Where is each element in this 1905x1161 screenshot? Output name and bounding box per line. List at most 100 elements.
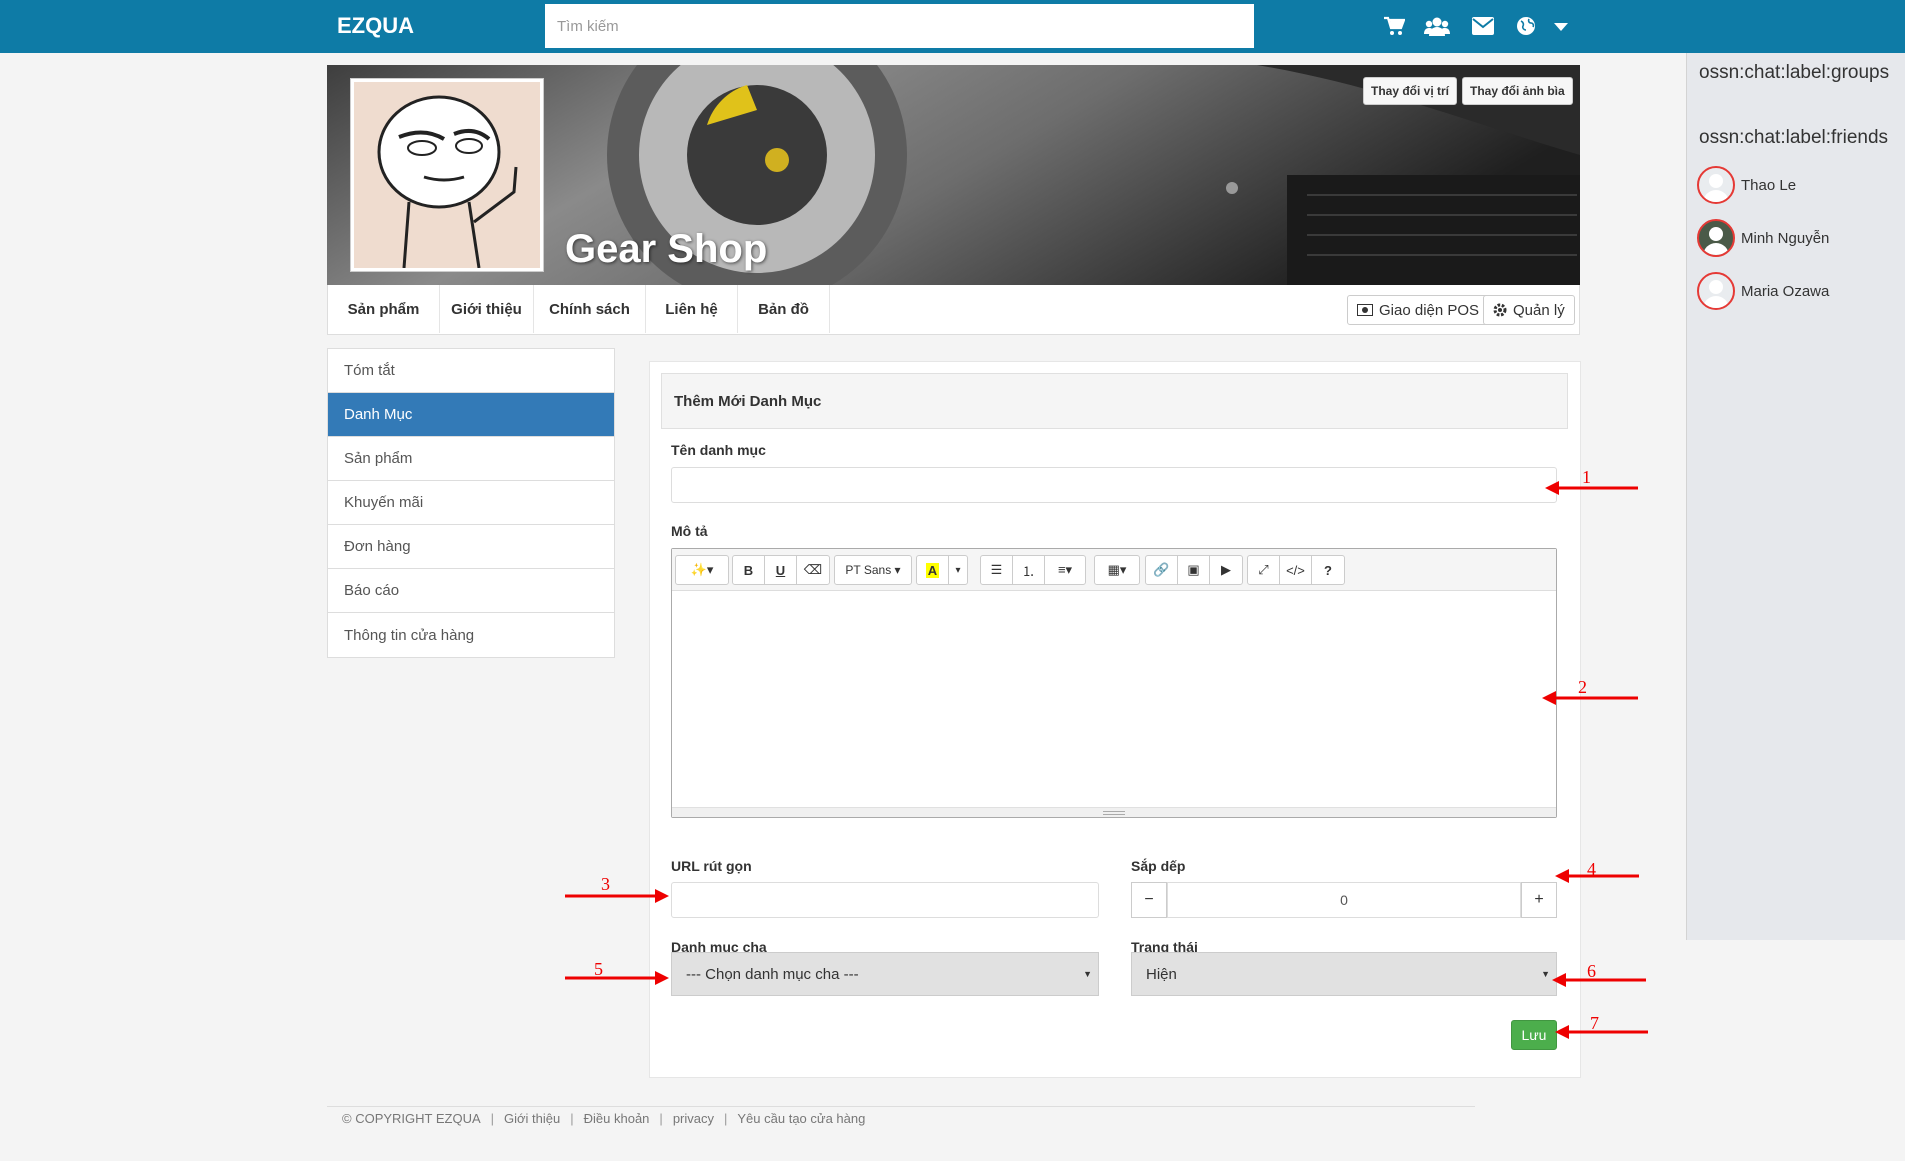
status-value: Hiện	[1146, 965, 1177, 983]
color-dropdown-caret-icon[interactable]: ▾	[949, 556, 967, 584]
tab-about[interactable]: Giới thiệu	[440, 285, 534, 333]
tab-map[interactable]: Bản đồ	[738, 285, 830, 333]
font-family-value: PT Sans	[845, 563, 892, 577]
footer: © COPYRIGHT EZQUA | Giới thiệu | Điều kh…	[327, 1106, 1475, 1126]
font-family-dropdown[interactable]: PT Sans ▾	[835, 556, 911, 584]
manage-button[interactable]: Quản lý	[1483, 295, 1575, 325]
category-name-label: Tên danh mục	[671, 442, 766, 458]
globe-icon[interactable]	[1513, 14, 1539, 38]
status-select[interactable]: Hiện ▼	[1131, 952, 1557, 996]
annotation-arrow	[1555, 869, 1639, 883]
change-cover-position-button[interactable]: Thay đổi vị trí	[1363, 77, 1458, 105]
select-caret-icon: ▼	[1541, 969, 1550, 979]
annotation-arrow	[1555, 1025, 1648, 1039]
parent-category-select[interactable]: --- Chọn danh mục cha --- ▼	[671, 952, 1099, 996]
change-cover-photo-button[interactable]: Thay đổi ảnh bìa	[1462, 77, 1573, 105]
chat-friend-item[interactable]: Maria Ozawa	[1697, 271, 1829, 311]
caret-down-icon[interactable]	[1548, 14, 1574, 38]
money-icon	[1357, 304, 1373, 316]
dashboard-menu: Tóm tắt Danh Mục Sản phẩm Khuyến mãi Đơn…	[327, 348, 615, 658]
tab-products[interactable]: Sản phẩm	[328, 285, 440, 333]
font-group: PT Sans ▾	[834, 555, 912, 585]
paragraph-align-icon[interactable]: ≡▾	[1045, 556, 1085, 584]
image-icon[interactable]: ▣	[1178, 556, 1210, 584]
font-style-group: B U ⌫	[732, 555, 830, 585]
top-navbar: EZQUA	[0, 0, 1905, 53]
menu-item-promotions[interactable]: Khuyến mãi	[328, 481, 614, 525]
cover-photo: Gear Shop Thay đổi vị trí Thay đổi ảnh b…	[327, 65, 1580, 285]
text-color-icon[interactable]: A	[917, 556, 949, 584]
url-input[interactable]	[671, 882, 1099, 918]
video-icon[interactable]: ▶	[1210, 556, 1242, 584]
insert-group: 🔗 ▣ ▶	[1145, 555, 1243, 585]
description-label: Mô tả	[671, 523, 708, 539]
eraser-icon[interactable]: ⌫	[797, 556, 829, 584]
fullscreen-icon[interactable]: ⤢	[1248, 556, 1280, 584]
cart-icon[interactable]	[1381, 14, 1407, 38]
sort-order-label: Sắp dếp	[1131, 858, 1186, 874]
color-group: A ▾	[916, 555, 968, 585]
help-icon[interactable]: ?	[1312, 556, 1344, 584]
annotation-arrow	[1552, 973, 1646, 987]
friend-name: Maria Ozawa	[1741, 282, 1830, 300]
menu-item-reports[interactable]: Báo cáo	[328, 569, 614, 613]
para-group: ☰ ⒈ ≡▾	[980, 555, 1086, 585]
pos-view-button[interactable]: Giao diện POS	[1347, 295, 1490, 325]
editor-resize-handle[interactable]	[672, 807, 1556, 817]
tab-contact[interactable]: Liên hệ	[646, 285, 738, 333]
link-icon[interactable]: 🔗	[1146, 556, 1178, 584]
shop-nav: Sản phẩm Giới thiệu Chính sách Liên hệ B…	[327, 285, 1580, 335]
menu-item-products[interactable]: Sản phẩm	[328, 437, 614, 481]
site-logo[interactable]: EZQUA	[337, 13, 414, 39]
annotation-arrow	[1545, 481, 1638, 495]
parent-category-value: --- Chọn danh mục cha ---	[686, 965, 859, 983]
sort-order-input[interactable]	[1167, 882, 1521, 918]
users-icon[interactable]	[1424, 14, 1450, 38]
meme-face-image	[377, 95, 518, 269]
avatar	[1697, 219, 1735, 257]
sort-increment-button[interactable]: +	[1521, 882, 1557, 918]
save-button[interactable]: Lưu	[1511, 1020, 1557, 1050]
chat-friend-item[interactable]: Thao Le	[1697, 165, 1796, 205]
envelope-icon[interactable]	[1470, 14, 1496, 38]
ordered-list-icon[interactable]: ⒈	[1013, 556, 1045, 584]
gear-icon	[1493, 303, 1507, 317]
chat-friends-heading: ossn:chat:label:friends	[1699, 127, 1889, 148]
footer-link-terms[interactable]: Điều khoản	[584, 1111, 650, 1126]
category-name-input[interactable]	[671, 467, 1557, 503]
chat-groups-heading: ossn:chat:label:groups	[1699, 62, 1890, 83]
pos-view-label: Giao diện POS	[1379, 301, 1480, 319]
manage-label: Quản lý	[1513, 301, 1565, 319]
friend-name: Thao Le	[1741, 176, 1797, 194]
shop-name: Gear Shop	[565, 227, 768, 271]
table-group: ▦▾	[1094, 555, 1140, 585]
bold-button[interactable]: B	[733, 556, 765, 584]
footer-link-privacy[interactable]: privacy	[673, 1111, 714, 1126]
underline-button[interactable]: U	[765, 556, 797, 584]
menu-item-summary[interactable]: Tóm tắt	[328, 349, 614, 393]
url-label: URL rút gọn	[671, 858, 752, 874]
chat-sidebar: ossn:chat:label:groups ossn:chat:label:f…	[1686, 53, 1905, 940]
tab-policy[interactable]: Chính sách	[534, 285, 646, 333]
editor-toolbar: ✨▾ B U ⌫ PT Sans ▾ A ▾ ☰ ⒈ ≡▾ ▦▾ 🔗 ▣ ▶ ⤢…	[672, 549, 1556, 591]
chat-friend-item[interactable]: Minh Nguyễn	[1697, 218, 1829, 258]
shop-avatar[interactable]	[350, 78, 544, 272]
style-group: ✨▾	[675, 555, 729, 585]
add-category-panel: Thêm Mới Danh Mục Tên danh mục Mô tả ✨▾ …	[649, 361, 1581, 1078]
avatar	[1697, 272, 1735, 310]
magic-wand-icon[interactable]: ✨▾	[676, 556, 728, 584]
footer-link-request-shop[interactable]: Yêu cầu tạo cửa hàng	[737, 1111, 865, 1126]
table-icon[interactable]: ▦▾	[1095, 556, 1139, 584]
menu-item-orders[interactable]: Đơn hàng	[328, 525, 614, 569]
bullet-list-icon[interactable]: ☰	[981, 556, 1013, 584]
footer-link-about[interactable]: Giới thiệu	[504, 1111, 560, 1126]
code-view-icon[interactable]: </>	[1280, 556, 1312, 584]
footer-copyright: © COPYRIGHT EZQUA	[342, 1111, 481, 1126]
sort-decrement-button[interactable]: −	[1131, 882, 1167, 918]
editor-content-area[interactable]	[672, 591, 1556, 807]
avatar	[1697, 166, 1735, 204]
menu-item-categories[interactable]: Danh Mục	[328, 393, 614, 437]
annotation-arrow	[565, 889, 669, 903]
search-input[interactable]	[545, 4, 1254, 48]
menu-item-shop-info[interactable]: Thông tin cửa hàng	[328, 613, 614, 657]
